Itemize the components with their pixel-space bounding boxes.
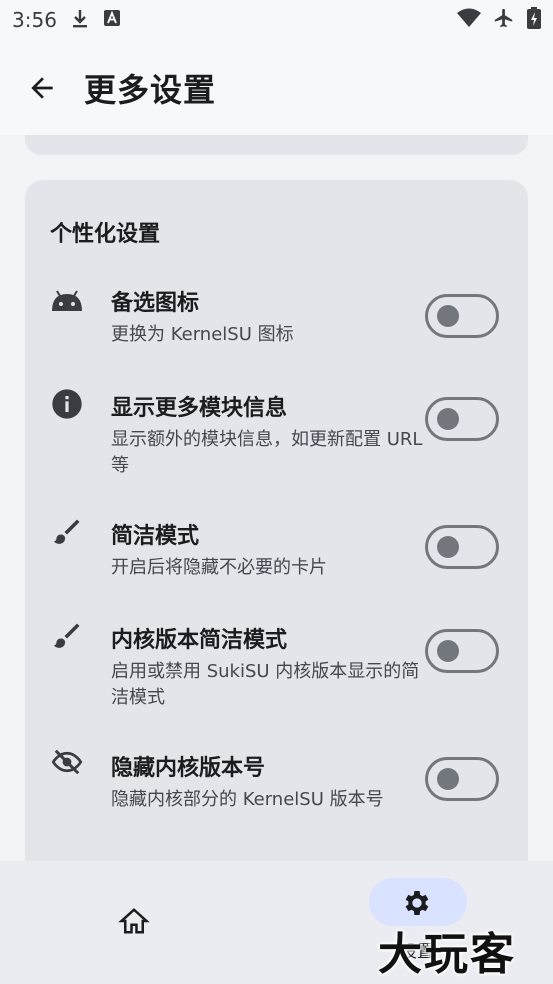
android-icon (50, 284, 84, 318)
more-module-info-switch[interactable] (425, 397, 499, 441)
switch-knob (437, 408, 459, 430)
setting-subtitle: 开启后将隐藏不必要的卡片 (111, 557, 327, 578)
settings-scroll-area[interactable]: 个性化设置 备选图标 更换为 KernelSU 图标 显示更多模块信息 显示额外… (0, 135, 553, 861)
setting-title: 隐藏内核版本号 (111, 756, 266, 781)
setting-title: 备选图标 (111, 291, 200, 316)
setting-subtitle: 更换为 KernelSU 图标 (111, 324, 294, 345)
setting-alternate-icon[interactable]: 备选图标 更换为 KernelSU 图标 (25, 280, 528, 370)
watermark-logo: 大玩客 (378, 929, 516, 980)
hide-kernel-version-switch[interactable] (425, 757, 499, 801)
section-title: 个性化设置 (50, 222, 161, 247)
personalization-card: 个性化设置 备选图标 更换为 KernelSU 图标 显示更多模块信息 显示额外… (25, 180, 528, 861)
arrow-left-icon (31, 76, 53, 99)
simple-mode-switch[interactable] (425, 525, 499, 569)
status-bar: 3:56 (0, 0, 553, 40)
top-app-bar: 更多设置 (0, 40, 553, 135)
info-icon (50, 387, 84, 421)
setting-subtitle: 启用或禁用 SukiSU 内核版本显示的简洁模式 (111, 661, 420, 708)
setting-simple-mode[interactable]: 简洁模式 开启后将隐藏不必要的卡片 (25, 513, 528, 593)
setting-subtitle: 显示额外的模块信息，如更新配置 URL 等 (111, 429, 423, 476)
setting-title: 内核版本简洁模式 (111, 628, 288, 653)
download-icon (71, 8, 89, 33)
eye-off-icon (50, 745, 84, 779)
status-time: 3:56 (12, 8, 57, 32)
setting-title: 简洁模式 (111, 524, 200, 549)
home-icon (118, 906, 150, 940)
setting-title: 显示更多模块信息 (111, 396, 288, 421)
setting-subtitle: 隐藏内核部分的 KernelSU 版本号 (111, 789, 384, 810)
a-notification-icon (103, 8, 121, 32)
previous-card (25, 135, 528, 155)
switch-knob (437, 640, 459, 662)
switch-knob (437, 768, 459, 790)
kernel-simple-mode-switch[interactable] (425, 629, 499, 673)
wifi-icon (457, 8, 481, 33)
setting-more-module-info[interactable]: 显示更多模块信息 显示额外的模块信息，如更新配置 URL 等 (25, 385, 528, 495)
nav-item-home[interactable] (45, 861, 225, 984)
airplane-icon (493, 7, 515, 34)
switch-knob (437, 305, 459, 327)
switch-knob (437, 536, 459, 558)
battery-icon (527, 6, 541, 34)
setting-kernel-simple-mode[interactable]: 内核版本简洁模式 启用或禁用 SukiSU 内核版本显示的简洁模式 (25, 617, 528, 727)
brush-icon (50, 619, 84, 653)
page-title: 更多设置 (84, 70, 217, 109)
brush-icon (50, 515, 84, 549)
setting-hide-kernel-version[interactable]: 隐藏内核版本号 隐藏内核部分的 KernelSU 版本号 (25, 745, 528, 855)
back-button[interactable] (26, 72, 58, 104)
alternate-icon-switch[interactable] (425, 294, 499, 338)
